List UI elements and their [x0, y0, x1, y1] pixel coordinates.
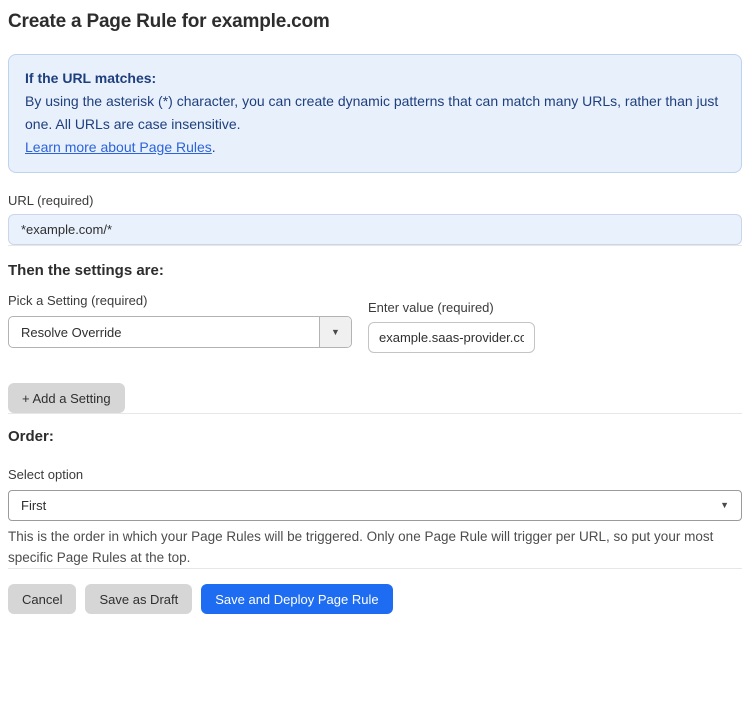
setting-dropdown-value: Resolve Override: [21, 324, 122, 340]
info-box-body: By using the asterisk (*) character, you…: [25, 93, 719, 132]
pick-setting-label: Pick a Setting (required): [8, 293, 148, 308]
order-select[interactable]: First ▼: [8, 490, 742, 521]
info-box-link-line: Learn more about Page Rules.: [25, 136, 725, 159]
url-input[interactable]: [8, 214, 742, 245]
save-as-draft-button[interactable]: Save as Draft: [85, 584, 193, 614]
order-section-heading: Order:: [8, 428, 54, 445]
divider: [8, 245, 742, 246]
page-title: Create a Page Rule for example.com: [8, 11, 330, 32]
order-help-text: This is the order in which your Page Rul…: [8, 529, 714, 565]
url-field-label: URL (required): [8, 193, 94, 208]
learn-more-link[interactable]: Learn more about Page Rules: [25, 139, 212, 155]
info-box-heading: If the URL matches:: [25, 70, 157, 86]
save-and-deploy-button[interactable]: Save and Deploy Page Rule: [201, 584, 393, 614]
enter-value-column: Enter value (required): [368, 300, 535, 353]
cancel-button[interactable]: Cancel: [8, 584, 77, 614]
setting-dropdown-arrow-button[interactable]: ▼: [319, 317, 351, 347]
enter-value-label: Enter value (required): [368, 300, 494, 315]
pick-setting-column: Pick a Setting (required) Resolve Overri…: [8, 293, 352, 348]
divider: [8, 413, 742, 414]
order-select-value: First: [21, 498, 47, 513]
setting-value-input[interactable]: [368, 322, 535, 353]
url-match-info-box: If the URL matches: By using the asteris…: [8, 54, 742, 173]
setting-row: Pick a Setting (required) Resolve Overri…: [8, 293, 742, 353]
link-suffix: .: [211, 139, 216, 155]
settings-section-heading: Then the settings are:: [8, 262, 164, 279]
setting-dropdown[interactable]: Resolve Override ▼: [8, 316, 352, 348]
order-select-label: Select option: [8, 467, 84, 482]
footer-button-row: Cancel Save as Draft Save and Deploy Pag…: [8, 584, 742, 614]
divider: [8, 568, 742, 569]
add-setting-button[interactable]: + Add a Setting: [8, 383, 125, 413]
page-rule-form: Create a Page Rule for example.com If th…: [0, 11, 750, 614]
caret-down-icon: ▼: [720, 500, 729, 510]
caret-down-icon: ▼: [331, 326, 340, 337]
